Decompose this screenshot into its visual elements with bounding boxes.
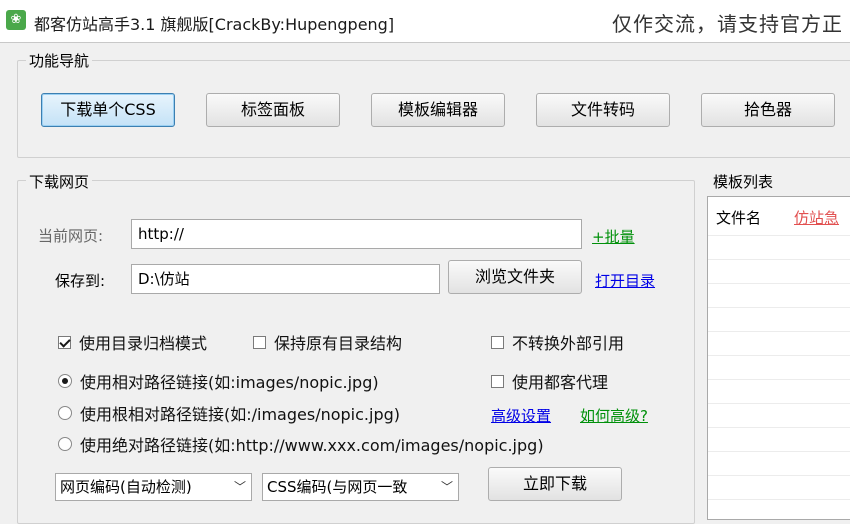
list-row-divider — [708, 427, 850, 428]
relative-link-option[interactable]: 使用相对路径链接(如:images/nopic.jpg) — [58, 369, 379, 393]
use-proxy-checkbox[interactable] — [491, 374, 504, 388]
tag-panel-button[interactable]: 标签面板 — [206, 93, 340, 127]
download-css-button[interactable]: 下载单个CSS — [41, 93, 175, 127]
css-encoding-select[interactable]: CSS编码(与网页一致 ﹀ — [262, 473, 459, 501]
template-editor-button[interactable]: 模板编辑器 — [371, 93, 505, 127]
list-row-divider — [708, 235, 850, 236]
list-row-divider — [708, 403, 850, 404]
use-proxy-label: 使用都客代理 — [512, 373, 609, 392]
app-logo-icon: ❀ — [6, 10, 26, 30]
absolute-link-option[interactable]: 使用绝对路径链接(如:http://www.xxx.com/images/nop… — [58, 432, 544, 456]
list-row-divider — [708, 259, 850, 260]
file-transcode-button[interactable]: 文件转码 — [536, 93, 670, 127]
color-picker-button[interactable]: 拾色器 — [701, 93, 835, 127]
title-bar: ❀ 都客仿站高手3.1 旗舰版[CrackBy:Hupengpeng] 仅作交流… — [0, 0, 850, 42]
advanced-settings-link[interactable]: 高级设置 — [491, 405, 551, 426]
browse-folder-button[interactable]: 浏览文件夹 — [448, 260, 582, 294]
use-proxy-option[interactable]: 使用都客代理 — [491, 369, 608, 393]
relative-link-label: 使用相对路径链接(如:images/nopic.jpg) — [80, 373, 379, 392]
keep-structure-option[interactable]: 保持原有目录结构 — [253, 330, 402, 354]
download-now-button[interactable]: 立即下载 — [488, 467, 622, 501]
list-row-divider — [708, 451, 850, 452]
no-convert-external-checkbox[interactable] — [491, 335, 504, 349]
list-row-divider — [708, 307, 850, 308]
save-path-input[interactable]: D:\仿站 — [131, 264, 440, 294]
open-directory-link[interactable]: 打开目录 — [595, 270, 655, 291]
no-convert-external-option[interactable]: 不转换外部引用 — [491, 330, 624, 354]
page-encoding-value: 网页编码(自动检测) — [60, 478, 192, 496]
window-title: 都客仿站高手3.1 旗舰版[CrackBy:Hupengpeng] — [34, 15, 395, 34]
keep-structure-checkbox[interactable] — [253, 335, 266, 349]
no-convert-external-label: 不转换外部引用 — [512, 334, 625, 353]
list-row-divider — [708, 283, 850, 284]
current-url-label: 当前网页: — [38, 227, 104, 245]
download-group-label: 下载网页 — [26, 171, 93, 192]
list-row-divider — [708, 475, 850, 476]
chevron-down-icon: ﹀ — [440, 480, 453, 494]
list-row-divider — [708, 379, 850, 380]
url-input[interactable]: http:// — [131, 219, 582, 249]
absolute-link-label: 使用绝对路径链接(如:http://www.xxx.com/images/nop… — [80, 436, 544, 455]
archive-mode-label: 使用目录归档模式 — [79, 334, 208, 353]
save-to-label: 保存到: — [55, 272, 106, 290]
template-filename-header: 文件名 — [716, 209, 762, 227]
list-row-divider — [708, 355, 850, 356]
root-relative-link-option[interactable]: 使用根相对路径链接(如:/images/nopic.jpg) — [58, 401, 400, 425]
page-encoding-select[interactable]: 网页编码(自动检测) ﹀ — [55, 473, 252, 501]
chevron-down-icon: ﹀ — [233, 480, 246, 494]
title-divider — [0, 42, 850, 43]
list-row-divider — [708, 331, 850, 332]
keep-structure-label: 保持原有目录结构 — [274, 334, 403, 353]
root-relative-link-label: 使用根相对路径链接(如:/images/nopic.jpg) — [80, 405, 401, 424]
absolute-link-radio[interactable] — [58, 437, 72, 451]
list-row-divider — [708, 499, 850, 500]
archive-mode-option[interactable]: 使用目录归档模式 — [58, 330, 207, 354]
batch-link[interactable]: +批量 — [592, 226, 635, 247]
support-banner: 仅作交流，请支持官方正 — [612, 12, 843, 36]
nav-group-label: 功能导航 — [26, 50, 93, 71]
template-list[interactable]: 文件名 仿站急 — [707, 196, 850, 520]
root-relative-link-radio[interactable] — [58, 406, 72, 420]
template-link[interactable]: 仿站急 — [794, 207, 839, 228]
template-list-label: 模板列表 — [710, 171, 777, 192]
relative-link-radio[interactable] — [58, 374, 72, 388]
archive-mode-checkbox[interactable] — [58, 335, 71, 349]
css-encoding-value: CSS编码(与网页一致 — [267, 478, 408, 496]
how-advanced-link[interactable]: 如何高级? — [580, 405, 648, 426]
